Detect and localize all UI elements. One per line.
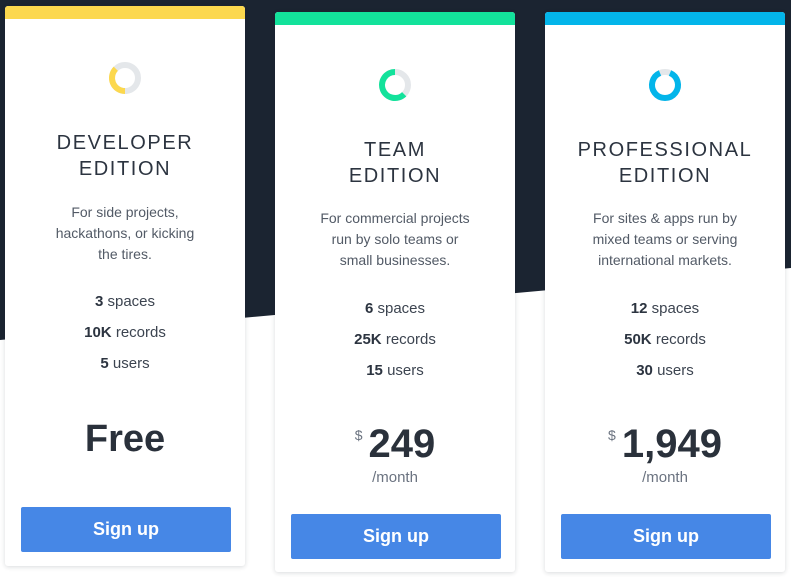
price-period: /month	[642, 469, 688, 486]
currency-symbol: $	[608, 427, 616, 443]
developer-ring-icon	[109, 62, 141, 94]
plan-name: DEVELOPER EDITION	[56, 132, 194, 180]
plan-name: PROFESSIONAL EDITION	[577, 139, 753, 187]
feature-records: 10K records	[84, 324, 166, 341]
feature-users: 30 users	[636, 362, 694, 379]
plan-accent-bar	[545, 12, 785, 25]
plan-description: For side projects, hackathons, or kickin…	[55, 204, 195, 262]
feature-records: 25K records	[354, 331, 436, 348]
plan-description: For commercial projects run by solo team…	[320, 210, 470, 268]
plan-card-developer: DEVELOPER EDITION For side projects, hac…	[5, 6, 245, 566]
currency-symbol: $	[354, 427, 363, 443]
feature-spaces: 3 spaces	[94, 293, 156, 310]
feature-spaces: 12 spaces	[630, 300, 700, 317]
team-ring-icon	[379, 69, 411, 101]
sign-up-button-professional[interactable]: Sign up	[561, 514, 771, 559]
price-period: /month	[372, 469, 418, 486]
plan-accent-bar	[5, 6, 245, 19]
plan-card-team: TEAM EDITION For commercial projects run…	[275, 12, 515, 572]
professional-ring-icon	[649, 69, 681, 101]
feature-spaces: 6 spaces	[364, 300, 426, 317]
plan-price: $1,949	[545, 422, 785, 467]
price-amount: 1,949	[621, 422, 722, 466]
plan-accent-bar	[275, 12, 515, 25]
sign-up-button-developer[interactable]: Sign up	[21, 507, 231, 552]
plan-card-professional: PROFESSIONAL EDITION For sites & apps ru…	[545, 12, 785, 572]
sign-up-button-team[interactable]: Sign up	[291, 514, 501, 559]
plan-price: $249	[275, 422, 515, 467]
feature-users: 15 users	[366, 362, 424, 379]
plan-name: TEAM EDITION	[348, 139, 442, 187]
price-amount: 249	[368, 422, 436, 466]
feature-records: 50K records	[624, 331, 706, 348]
plan-description: For sites & apps run by mixed teams or s…	[592, 210, 738, 268]
plan-price: Free	[84, 418, 166, 460]
feature-users: 5 users	[100, 355, 150, 372]
